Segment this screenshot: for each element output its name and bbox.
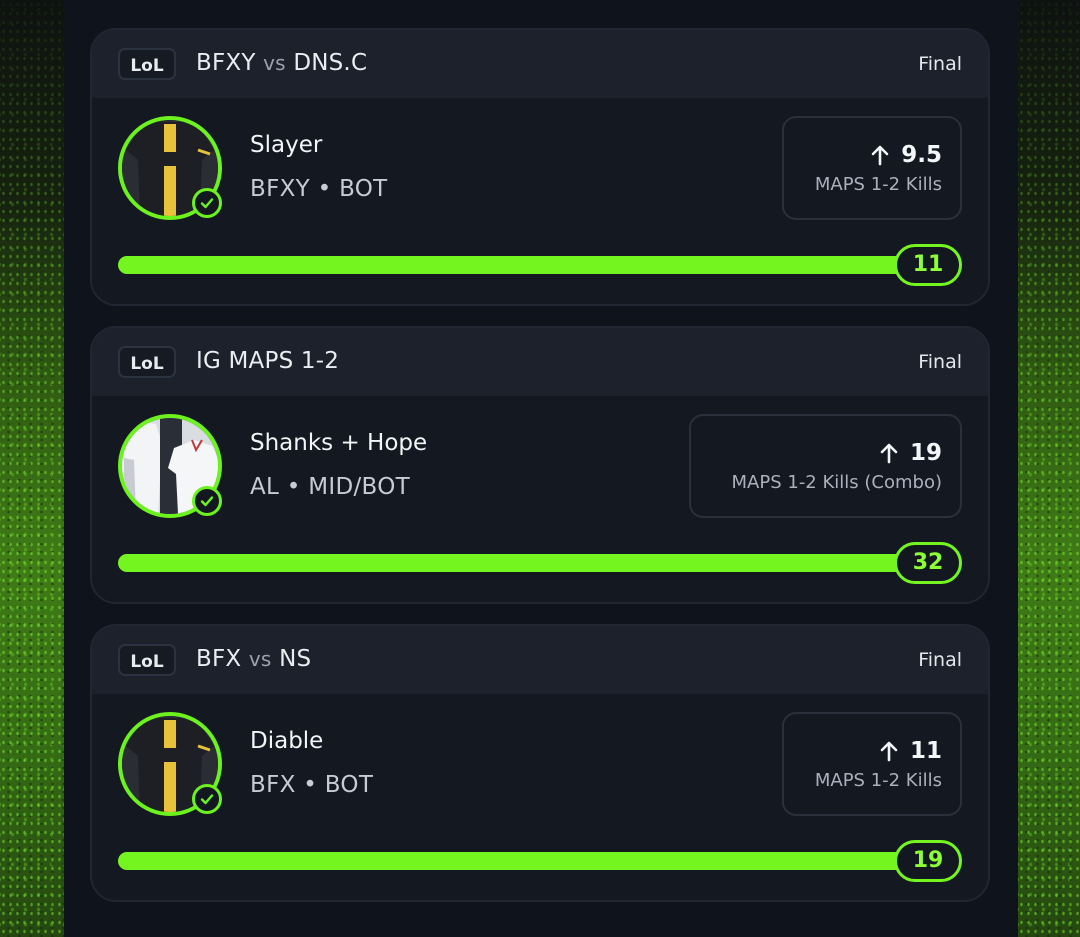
projection-box: 19 MAPS 1-2 Kills (Combo) <box>689 414 962 518</box>
status-label: Final <box>918 351 962 373</box>
progress-bar: 19 <box>118 840 962 882</box>
pick-card[interactable]: LoL IG MAPS 1-2 Final Shanks + Hope AL •… <box>90 326 990 604</box>
team-right: NS <box>279 646 312 672</box>
projection-line: 9.5 <box>901 141 942 168</box>
projection-box: 11 MAPS 1-2 Kills <box>782 712 962 816</box>
progress-fill <box>118 852 932 870</box>
arrow-up-icon <box>880 741 898 761</box>
game-tag: LoL <box>118 346 176 378</box>
stat-type: MAPS 1-2 Kills (Combo) <box>731 471 942 493</box>
result-value: 11 <box>894 244 962 286</box>
projection-line: 19 <box>909 439 942 466</box>
progress-fill <box>118 554 932 572</box>
verified-check-icon <box>192 188 222 218</box>
status-label: Final <box>918 53 962 75</box>
card-header: LoL BFXY vs DNS.C Final <box>92 30 988 98</box>
team-right: DNS.C <box>293 50 368 76</box>
projection-line: 11 <box>909 737 942 764</box>
game-tag: LoL <box>118 48 176 80</box>
pick-card[interactable]: LoL BFXY vs DNS.C Final Slayer BFXY • BO… <box>90 28 990 306</box>
progress-bar: 11 <box>118 244 962 286</box>
verified-check-icon <box>192 784 222 814</box>
team-left: IG MAPS 1-2 <box>196 348 340 374</box>
projection-box: 9.5 MAPS 1-2 Kills <box>782 116 962 220</box>
status-label: Final <box>918 649 962 671</box>
team-left: BFXY <box>196 50 256 76</box>
player-team-position: BFX • BOT <box>250 772 374 798</box>
player-name: Diable <box>250 728 324 754</box>
player-name: Slayer <box>250 132 323 158</box>
vs-label: vs <box>248 647 272 671</box>
game-tag: LoL <box>118 644 176 676</box>
arrow-up-icon <box>880 443 898 463</box>
team-left: BFX <box>196 646 242 672</box>
arrow-up-icon <box>871 145 889 165</box>
player-avatar <box>118 116 222 220</box>
player-team-position: BFXY • BOT <box>250 176 388 202</box>
background-right <box>1018 0 1080 937</box>
result-value: 19 <box>894 840 962 882</box>
player-name: Shanks + Hope <box>250 430 428 456</box>
verified-check-icon <box>192 486 222 516</box>
background-left <box>0 0 64 937</box>
progress-bar: 32 <box>118 542 962 584</box>
player-avatar <box>118 414 222 518</box>
match-title: BFXY vs DNS.C <box>196 50 367 76</box>
stat-type: MAPS 1-2 Kills <box>814 173 942 195</box>
card-header: LoL IG MAPS 1-2 Final <box>92 328 988 396</box>
stat-type: MAPS 1-2 Kills <box>814 769 942 791</box>
progress-fill <box>118 256 932 274</box>
match-title: IG MAPS 1-2 <box>196 348 339 374</box>
player-team-position: AL • MID/BOT <box>250 474 410 500</box>
match-title: BFX vs NS <box>196 646 311 672</box>
vs-label: vs <box>263 51 286 75</box>
result-value: 32 <box>894 542 962 584</box>
player-avatar <box>118 712 222 816</box>
pick-card[interactable]: LoL BFX vs NS Final Diable BFX • BOT 11 <box>90 624 990 902</box>
card-header: LoL BFX vs NS Final <box>92 626 988 694</box>
